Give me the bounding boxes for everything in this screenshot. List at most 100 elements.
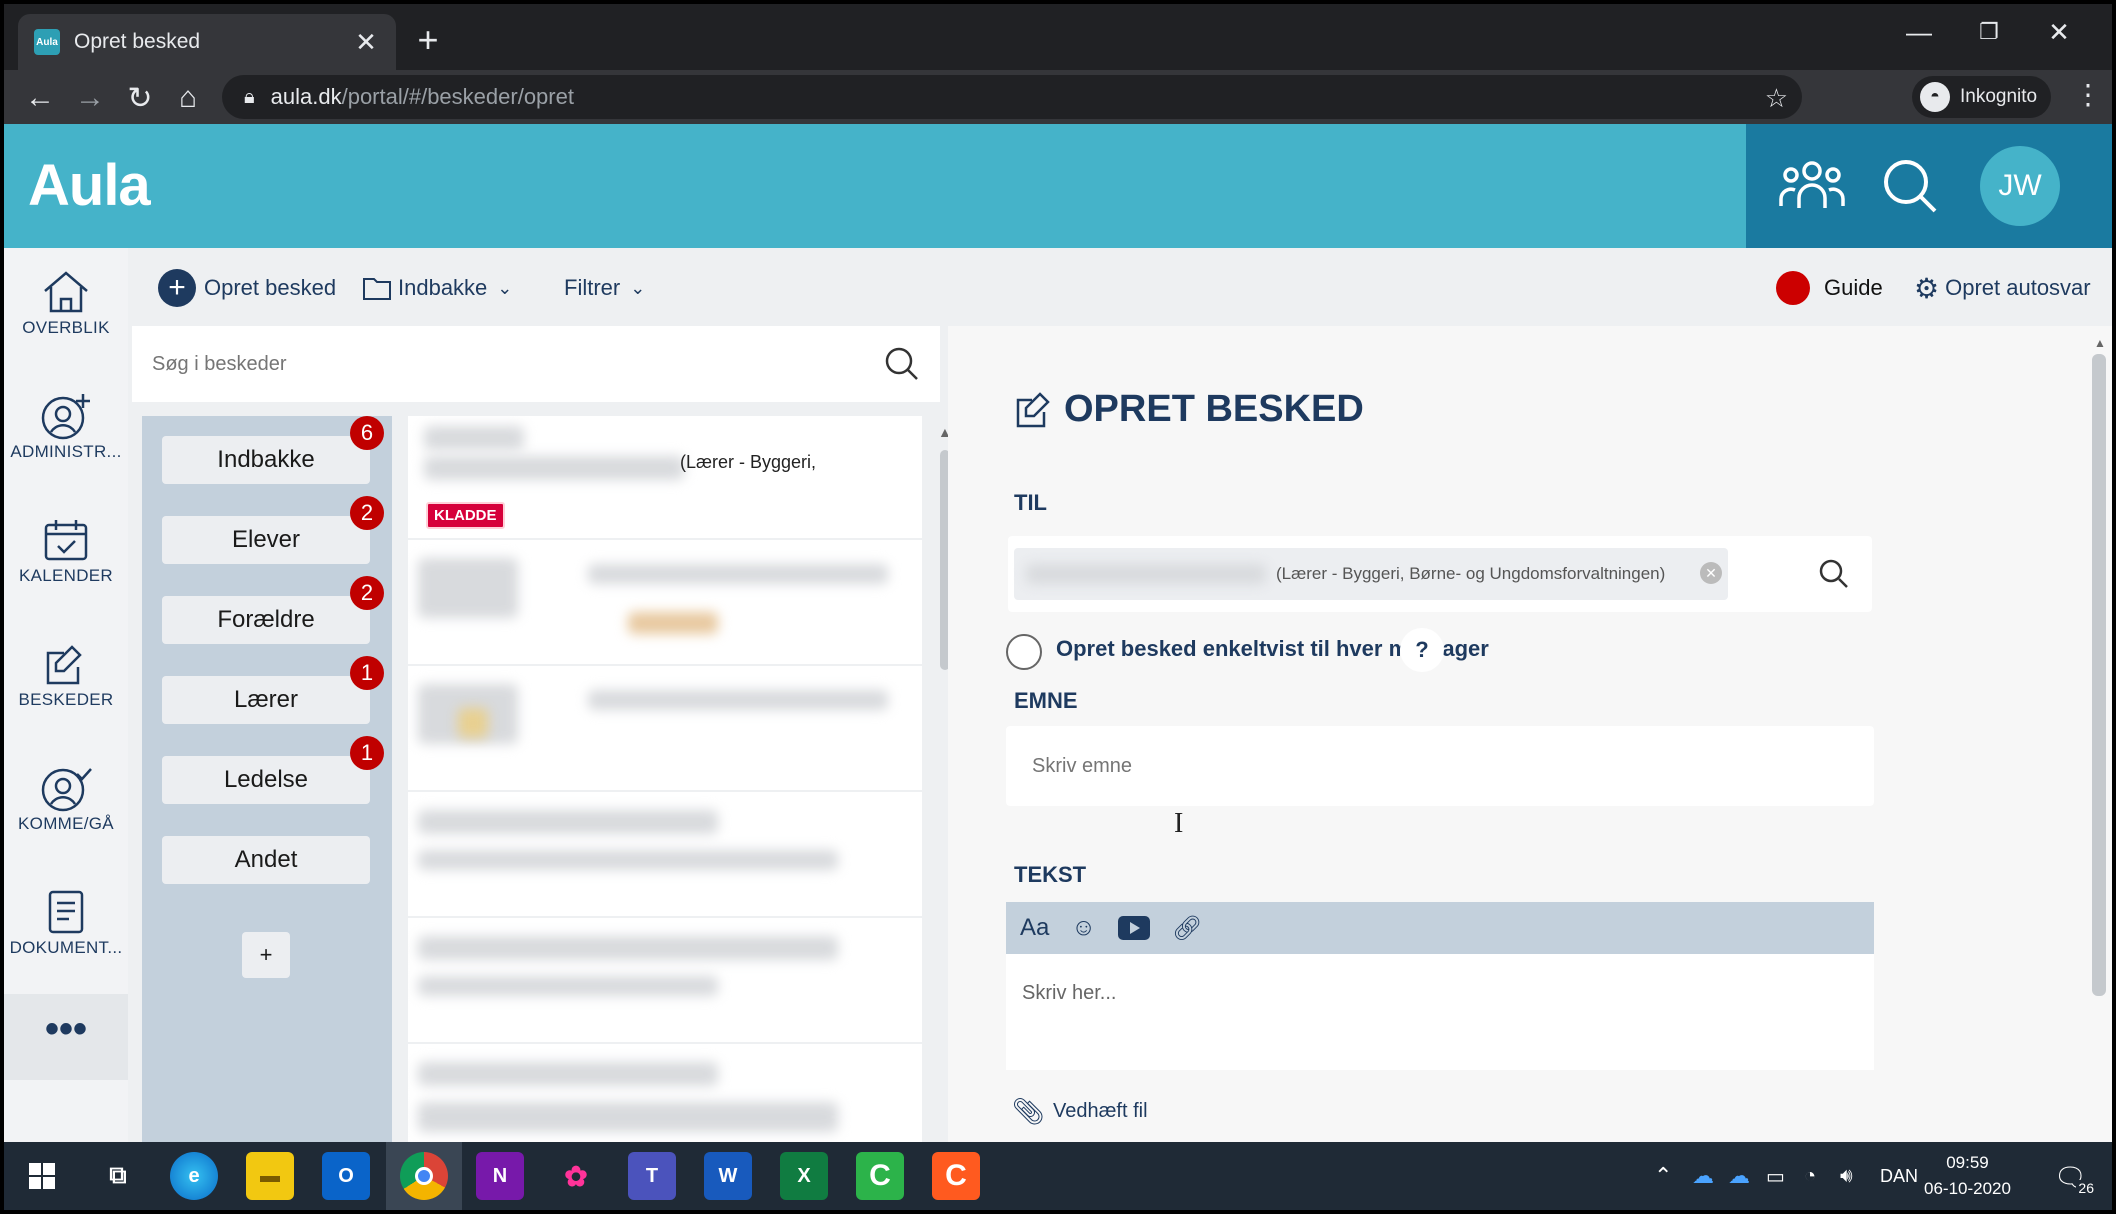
groups-icon[interactable] bbox=[1772, 146, 1852, 226]
browser-menu-icon[interactable]: ⋮ bbox=[2074, 78, 2102, 111]
list-item[interactable] bbox=[408, 1046, 922, 1142]
attach-file-button[interactable]: 📎︎ Vedhæft fil bbox=[1012, 1096, 1148, 1127]
paint-icon[interactable]: ✿ bbox=[552, 1152, 600, 1200]
browser-tab[interactable]: Aula Opret besked ✕ bbox=[18, 14, 396, 70]
inbox-dropdown[interactable]: Indbakke ⌄ bbox=[362, 266, 512, 310]
more-icon[interactable]: ••• bbox=[4, 994, 128, 1080]
word-icon[interactable]: W bbox=[704, 1152, 752, 1200]
text-label: TEKST bbox=[1014, 862, 1087, 887]
recipient-chip[interactable]: (Lærer - Byggeri, Børne- og Ungdomsforva… bbox=[1014, 548, 1728, 600]
list-item[interactable] bbox=[408, 542, 922, 666]
clock[interactable]: 09:59 06-10-2020 bbox=[1924, 1150, 2011, 1202]
aula-logo[interactable]: Aula bbox=[28, 152, 151, 219]
url-bar[interactable]: 🔒︎ aula.dk /portal/#/beskeder/opret ☆ bbox=[222, 75, 1802, 119]
file-explorer-icon[interactable]: ▬ bbox=[246, 1152, 294, 1200]
notifications-icon[interactable]: 🗨︎ 26 bbox=[2054, 1142, 2096, 1210]
rail-item-komme-ga[interactable]: KOMME/GÅ bbox=[4, 764, 128, 834]
add-folder-button[interactable]: + bbox=[242, 932, 290, 978]
forward-icon[interactable]: → bbox=[68, 76, 112, 120]
window-close-icon[interactable]: ✕ bbox=[2024, 10, 2094, 54]
filter-dropdown[interactable]: Filtrer ⌄ bbox=[564, 266, 645, 310]
left-navigation: OVERBLIK ADMINISTR... KALENDER BESKEDER … bbox=[4, 248, 128, 1142]
new-message-button[interactable]: + Opret besked bbox=[158, 266, 336, 310]
search-input[interactable] bbox=[152, 352, 884, 376]
outlook-icon[interactable]: O bbox=[322, 1152, 370, 1200]
snagit-icon[interactable]: C bbox=[932, 1152, 980, 1200]
folder-elever[interactable]: Elever 2 bbox=[162, 496, 384, 564]
onedrive-business-icon[interactable]: ☁ bbox=[1728, 1142, 1750, 1210]
rail-item-beskeder[interactable]: BESKEDER bbox=[4, 640, 128, 710]
folder-andet[interactable]: Andet bbox=[162, 836, 370, 884]
rail-item-overblik[interactable]: OVERBLIK bbox=[4, 268, 128, 338]
language-indicator[interactable]: DAN bbox=[1880, 1142, 1918, 1210]
bookmark-star-icon[interactable]: ☆ bbox=[1765, 83, 1788, 114]
home-icon bbox=[4, 268, 128, 316]
link-icon[interactable]: 🔗︎ bbox=[1172, 914, 1202, 943]
list-item[interactable] bbox=[408, 794, 922, 918]
reload-icon[interactable]: ↻ bbox=[118, 76, 162, 120]
individual-message-radio[interactable] bbox=[1006, 634, 1042, 670]
volume-icon[interactable]: 🔊︎ bbox=[1840, 1142, 1853, 1210]
compose-scrollbar[interactable]: ▲ bbox=[2090, 336, 2110, 1206]
subject-label: EMNE bbox=[1014, 688, 1078, 713]
search-header-icon[interactable] bbox=[1870, 146, 1950, 226]
video-icon[interactable] bbox=[1117, 916, 1150, 940]
emoji-icon[interactable]: ☺ bbox=[1071, 914, 1096, 942]
autoreply-button[interactable]: ⚙ Opret autosvar bbox=[1914, 266, 2091, 310]
subject-input[interactable] bbox=[1032, 754, 1848, 778]
chrome-icon[interactable] bbox=[400, 1152, 448, 1200]
scroll-up-icon[interactable]: ▲ bbox=[2094, 336, 2106, 350]
minimize-icon[interactable]: — bbox=[1884, 10, 1954, 54]
rail-item-dokumenter[interactable]: DOKUMENT... bbox=[4, 888, 128, 958]
tray-overflow-icon[interactable]: ⌃ bbox=[1654, 1142, 1672, 1210]
message-list: (Lærer - Byggeri, KLADDE bbox=[408, 416, 922, 1142]
rail-item-kalender[interactable]: KALENDER bbox=[4, 516, 128, 586]
url-host: aula.dk bbox=[270, 84, 342, 109]
folder-label: Indbakke bbox=[217, 446, 315, 473]
help-icon[interactable]: ? bbox=[1400, 628, 1444, 672]
avatar[interactable]: JW bbox=[1980, 146, 2060, 226]
edge-icon[interactable]: e bbox=[170, 1152, 218, 1200]
list-item[interactable]: (Lærer - Byggeri, KLADDE bbox=[408, 416, 922, 540]
recipient-search-icon[interactable] bbox=[1818, 558, 1850, 590]
autoreply-label: Opret autosvar bbox=[1945, 275, 2091, 300]
wifi-icon[interactable]: ◔ bbox=[1804, 1142, 1816, 1210]
excel-icon[interactable]: X bbox=[780, 1152, 828, 1200]
task-view-icon[interactable]: ⧉ bbox=[94, 1152, 142, 1200]
list-item[interactable] bbox=[408, 920, 922, 1044]
notification-count: 26 bbox=[2076, 1180, 2096, 1196]
unread-badge: 2 bbox=[350, 496, 384, 530]
folder-indbakke[interactable]: Indbakke 6 bbox=[162, 416, 384, 484]
back-icon[interactable]: ← bbox=[18, 76, 62, 120]
incognito-badge[interactable]: ◓ Inkognito bbox=[1912, 76, 2052, 118]
search-icon[interactable] bbox=[884, 346, 920, 382]
new-tab-icon[interactable]: + bbox=[408, 20, 448, 60]
home-browser-icon[interactable]: ⌂ bbox=[166, 76, 210, 120]
rail-item-administration[interactable]: ADMINISTR... bbox=[4, 392, 128, 462]
onenote-icon[interactable]: N bbox=[476, 1152, 524, 1200]
restore-icon[interactable]: ❐ bbox=[1954, 10, 2024, 54]
font-format-button[interactable]: Aa bbox=[1020, 914, 1049, 942]
folder-label: Ledelse bbox=[223, 766, 309, 793]
folder-foraeldre[interactable]: Forældre 2 bbox=[162, 576, 384, 644]
editor-toolbar: Aa ☺ 🔗︎ bbox=[1006, 902, 1874, 954]
folder-ledelse[interactable]: Ledelse 1 bbox=[162, 736, 384, 804]
aula-header: Aula JW bbox=[4, 124, 2112, 248]
folder-laerer[interactable]: Lærer 1 bbox=[162, 656, 384, 724]
scroll-thumb[interactable] bbox=[2092, 354, 2106, 996]
camtasia-icon[interactable]: C bbox=[856, 1152, 904, 1200]
guide-button[interactable]: Guide bbox=[1776, 266, 1883, 310]
onedrive-icon[interactable]: ☁ bbox=[1692, 1142, 1714, 1210]
unread-badge: 2 bbox=[350, 576, 384, 610]
remove-recipient-icon[interactable]: ✕ bbox=[1700, 562, 1722, 584]
unread-badge: 6 bbox=[350, 416, 384, 450]
windows-start-icon[interactable] bbox=[18, 1152, 66, 1200]
tab-close-icon[interactable]: ✕ bbox=[352, 27, 380, 58]
message-body-editor[interactable]: Skriv her... bbox=[1006, 954, 1874, 1070]
list-item[interactable] bbox=[408, 668, 922, 792]
teams-icon[interactable]: T bbox=[628, 1152, 676, 1200]
recipient-field[interactable]: (Lærer - Byggeri, Børne- og Ungdomsforva… bbox=[1008, 536, 1872, 612]
battery-icon[interactable]: ▭ bbox=[1766, 1142, 1785, 1210]
page-title: OPRET BESKED bbox=[1014, 388, 1364, 431]
paperclip-icon: 📎︎ bbox=[1012, 1096, 1046, 1126]
